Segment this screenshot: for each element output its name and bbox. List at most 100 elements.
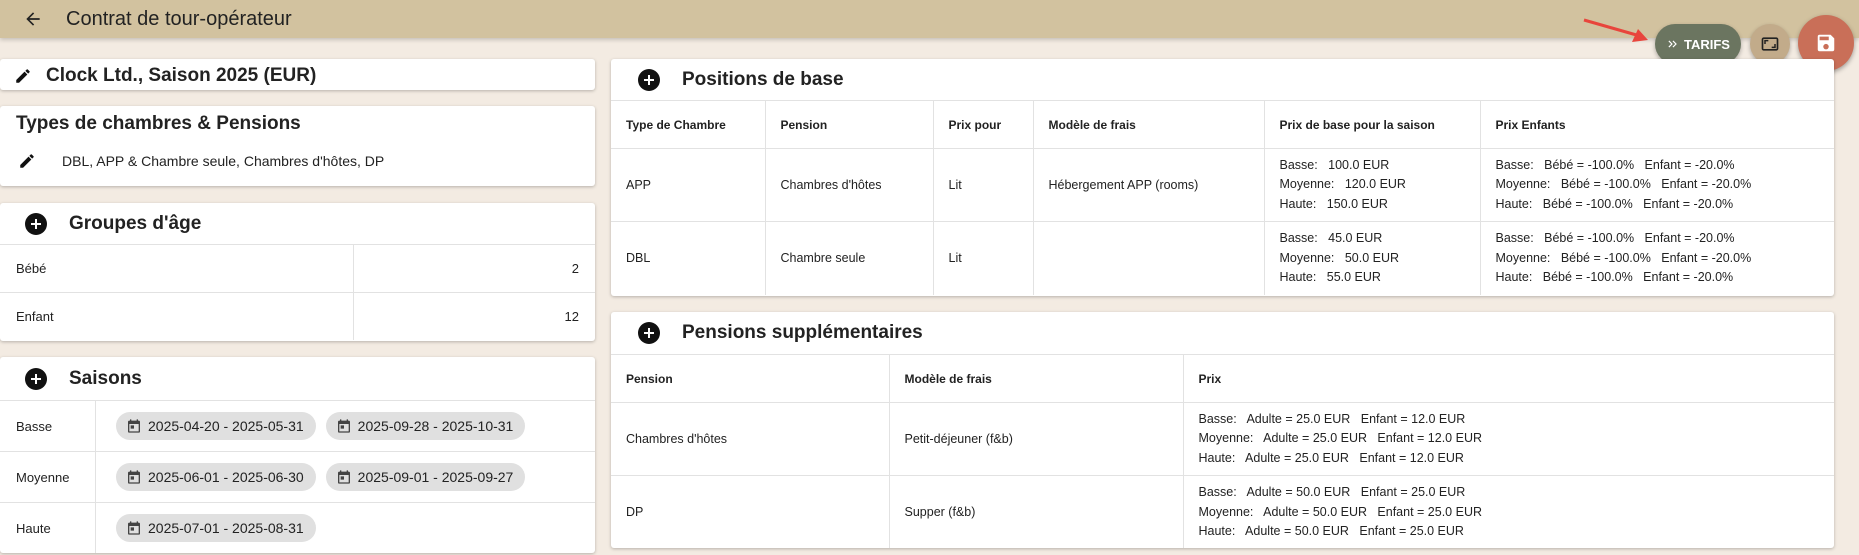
column-header: Prix [1183, 354, 1834, 403]
price-line: Haute: Adulte = 50.0 EUR Enfant = 25.0 E… [1198, 524, 1464, 538]
table-row[interactable]: Chambres d'hôtes Petit-déjeuner (f&b) Ba… [611, 402, 1834, 476]
price-line: Moyenne: Bébé = -100.0% Enfant = -20.0% [1495, 177, 1752, 192]
season-row: Haute 2025-07-01 - 2025-08-31 [0, 502, 595, 553]
date-range-chip[interactable]: 2025-09-28 - 2025-10-31 [325, 412, 526, 440]
date-range-label: 2025-09-28 - 2025-10-31 [357, 418, 514, 434]
base-positions-card: Positions de base Type de Chambre Pensio… [611, 59, 1834, 296]
pencil-icon[interactable] [18, 152, 36, 170]
contract-card: Clock Ltd., Saison 2025 (EUR) [0, 59, 595, 90]
price-line: Moyenne: Adulte = 25.0 EUR Enfant = 12.0… [1198, 431, 1483, 446]
room-type-cell: DBL [611, 221, 766, 295]
seasons-card: Saisons Basse 2025-04-20 - 2025-05-31 20… [0, 357, 595, 553]
column-header: Pension [765, 100, 934, 149]
age-group-label: Enfant [0, 293, 354, 340]
add-supplement-button[interactable] [638, 322, 660, 344]
price-line: Basse: Bébé = -100.0% Enfant = -20.0% [1495, 231, 1735, 245]
base-positions-table: Type de Chambre Pension Prix pour Modèle… [611, 100, 1834, 295]
season-label: Haute [0, 503, 96, 553]
date-range-chip[interactable]: 2025-04-20 - 2025-05-31 [116, 412, 316, 440]
rooms-summary: DBL, APP & Chambre seule, Chambres d'hôt… [62, 153, 385, 169]
table-row[interactable]: Bébé 2 [0, 244, 595, 292]
price-line: Haute: Bébé = -100.0% Enfant = -20.0% [1495, 270, 1734, 284]
season-label: Moyenne [0, 452, 96, 502]
fee-model-cell: Petit-déjeuner (f&b) [889, 402, 1184, 476]
fee-model-cell [1033, 221, 1265, 295]
column-header: Type de Chambre [611, 100, 766, 149]
child-price-cell: Basse: Bébé = -100.0% Enfant = -20.0% Mo… [1480, 221, 1834, 295]
supplements-table: Pension Modèle de frais Prix Chambres d'… [611, 354, 1834, 548]
price-line: Haute: 150.0 EUR [1279, 196, 1388, 211]
price-line: Haute: Adulte = 25.0 EUR Enfant = 12.0 E… [1198, 450, 1464, 465]
date-range-chip[interactable]: 2025-09-01 - 2025-09-27 [325, 463, 526, 491]
date-range-chip[interactable]: 2025-07-01 - 2025-08-31 [116, 514, 316, 542]
date-range-chip[interactable]: 2025-06-01 - 2025-06-30 [116, 463, 316, 491]
plus-icon [31, 373, 41, 384]
supplements-title: Pensions supplémentaires [682, 322, 923, 343]
add-age-group-button[interactable] [25, 212, 47, 235]
fee-model-cell: Hébergement APP (rooms) [1033, 148, 1265, 222]
base-price-cell: Basse: 100.0 EUR Moyenne: 120.0 EUR Haut… [1264, 148, 1481, 222]
tarifs-button[interactable]: TARIFS [1655, 24, 1741, 64]
calendar-icon [337, 470, 350, 484]
price-cell: Basse: Adulte = 25.0 EUR Enfant = 12.0 E… [1183, 402, 1834, 476]
pension-cell: Chambres d'hôtes [611, 402, 890, 476]
column-header: Modèle de frais [1033, 100, 1265, 149]
base-price-cell: Basse: 45.0 EUR Moyenne: 50.0 EUR Haute:… [1264, 221, 1481, 295]
date-range-label: 2025-04-20 - 2025-05-31 [148, 418, 304, 434]
expand-frame-icon [1761, 37, 1779, 51]
contract-title: Clock Ltd., Saison 2025 (EUR) [46, 65, 317, 86]
add-season-button[interactable] [25, 367, 47, 390]
price-line: Basse: Adulte = 50.0 EUR Enfant = 25.0 E… [1198, 485, 1466, 499]
arrow-left-icon [26, 12, 40, 26]
age-group-value: 12 [564, 309, 579, 324]
age-groups-card: Groupes d'âge Bébé 2 Enfant 12 [0, 203, 595, 341]
column-header: Modèle de frais [889, 354, 1184, 403]
price-line: Basse: Adulte = 25.0 EUR Enfant = 12.0 E… [1198, 411, 1466, 426]
table-row[interactable]: Enfant 12 [0, 292, 595, 340]
season-row: Basse 2025-04-20 - 2025-05-31 2025-09-28… [0, 400, 595, 451]
double-chevron-right-icon [1668, 40, 1677, 48]
annotation-arrow-icon [1583, 18, 1648, 42]
plus-icon [644, 328, 654, 338]
price-line: Basse: Bébé = -100.0% Enfant = -20.0% [1495, 157, 1735, 172]
price-line: Moyenne: Adulte = 50.0 EUR Enfant = 25.0… [1198, 504, 1483, 519]
pencil-icon[interactable] [14, 67, 32, 85]
table-row[interactable]: APP Chambres d'hôtes Lit Hébergement APP… [611, 148, 1834, 222]
age-groups-title: Groupes d'âge [69, 212, 202, 234]
pension-cell: DP [611, 475, 890, 548]
column-header: Prix pour [933, 100, 1034, 149]
price-line: Basse: 100.0 EUR [1279, 157, 1390, 172]
column-header: Prix Enfants [1480, 100, 1834, 149]
table-row[interactable]: DP Supper (f&b) Basse: Adulte = 50.0 EUR… [611, 475, 1834, 548]
calendar-icon [337, 419, 350, 433]
pension-cell: Chambres d'hôtes [765, 148, 934, 222]
table-row[interactable]: DBL Chambre seule Lit Basse: 45.0 EUR Mo… [611, 221, 1834, 295]
room-type-cell: APP [611, 148, 766, 222]
add-base-position-button[interactable] [638, 68, 660, 91]
price-cell: Basse: Adulte = 50.0 EUR Enfant = 25.0 E… [1183, 475, 1834, 548]
column-header: Pension [611, 354, 890, 403]
date-range-label: 2025-06-01 - 2025-06-30 [148, 469, 304, 485]
expand-button[interactable] [1750, 24, 1790, 64]
price-for-cell: Lit [933, 221, 1034, 295]
fee-model-cell: Supper (f&b) [889, 475, 1184, 548]
pension-cell: Chambre seule [765, 221, 934, 295]
back-button[interactable] [18, 4, 48, 34]
base-positions-title: Positions de base [682, 68, 844, 90]
price-line: Haute: Bébé = -100.0% Enfant = -20.0% [1495, 196, 1734, 211]
column-header: Prix de base pour la saison [1264, 100, 1481, 149]
price-line: Basse: 45.0 EUR [1279, 231, 1383, 245]
seasons-title: Saisons [69, 367, 142, 389]
age-group-value: 2 [571, 261, 579, 276]
tarifs-label: TARIFS [1684, 36, 1730, 52]
rooms-title: Types de chambres & Pensions [16, 113, 301, 134]
price-line: Haute: 55.0 EUR [1279, 270, 1381, 284]
page-title: Contrat de tour-opérateur [66, 8, 292, 30]
season-row: Moyenne 2025-06-01 - 2025-06-30 2025-09-… [0, 451, 595, 502]
plus-icon [644, 74, 654, 85]
age-group-label: Bébé [0, 245, 354, 292]
price-line: Moyenne: Bébé = -100.0% Enfant = -20.0% [1495, 250, 1752, 265]
season-label: Basse [0, 401, 96, 451]
supplements-card: Pensions supplémentaires Pension Modèle … [611, 312, 1834, 548]
calendar-icon [128, 419, 140, 433]
